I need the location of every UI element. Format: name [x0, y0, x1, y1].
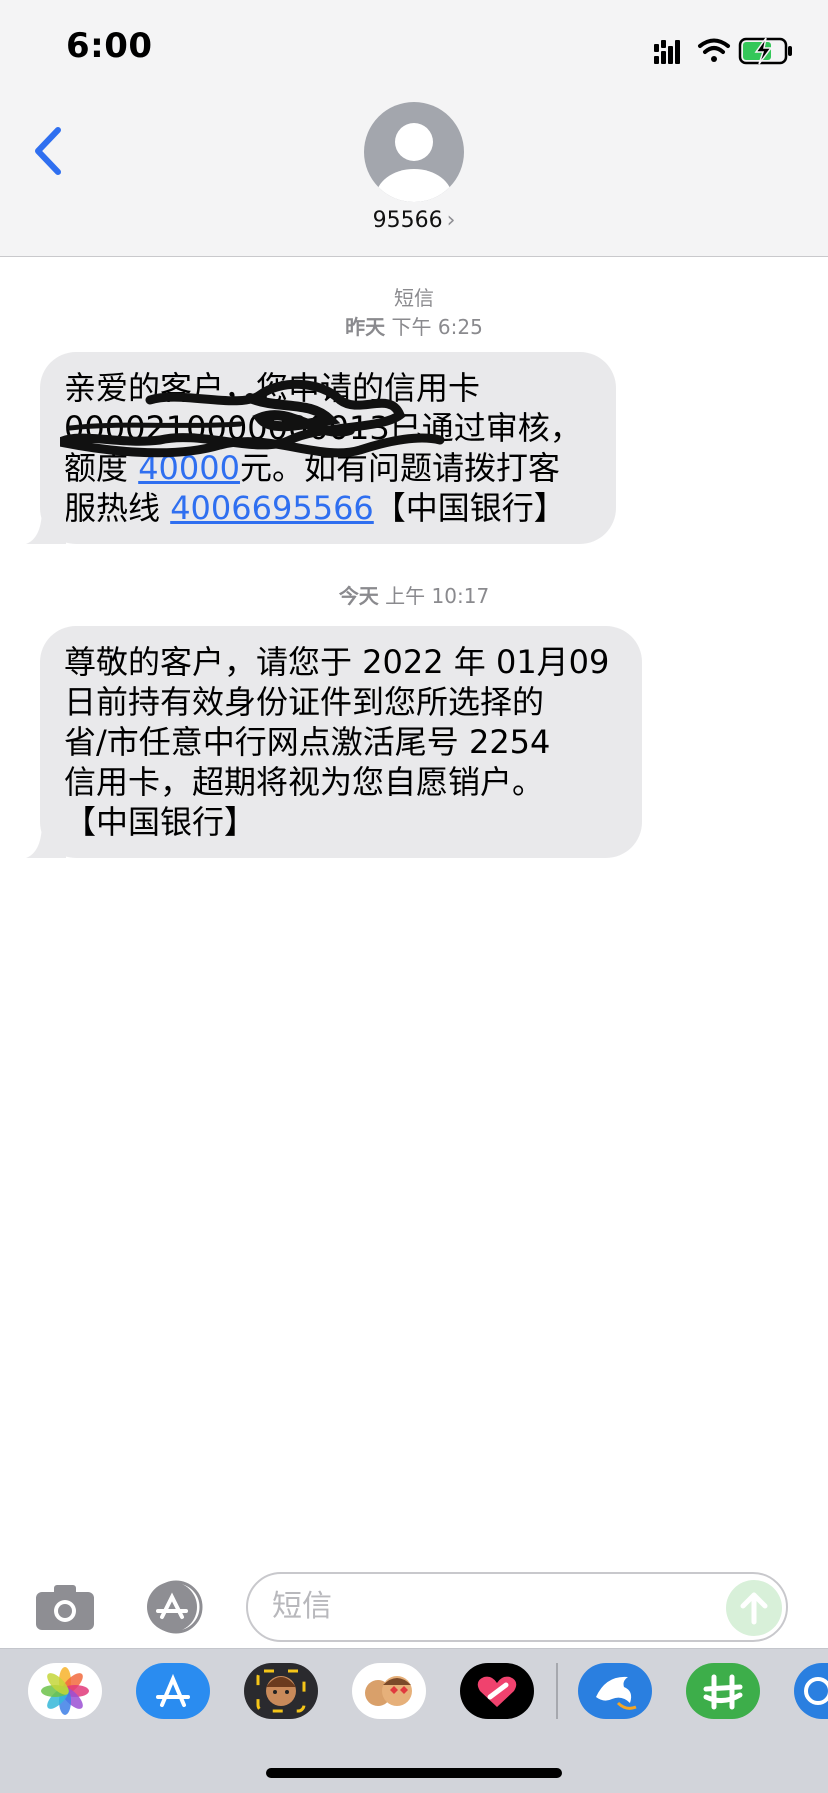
message-text-span: 日前持有效身份证件到您所选择的 [64, 683, 545, 721]
timestamp-day: 今天 [338, 584, 379, 608]
message-line: 尊敬的客户，请您于 2022 年 01月09 [64, 642, 618, 682]
timestamp-time: 上午 10:17 [385, 584, 490, 608]
arrow-up-icon [740, 1592, 768, 1625]
send-button[interactable] [726, 1580, 782, 1636]
chevron-right-icon: › [446, 208, 456, 233]
message-link[interactable]: 4006695566 [170, 489, 374, 527]
message-text-span: 尊敬的客户，请您于 2022 年 01月09 [64, 643, 610, 681]
message-bubble[interactable]: 亲爱的客户，您申请的信用卡 0000210000000013已通过审核， 额度 40… [26, 352, 616, 544]
message-line: 0000210000000013已通过审核， [64, 408, 592, 448]
message-bubble[interactable]: 尊敬的客户，请您于 2022 年 01月09 日前持有效身份证件到您所选择的 省/市… [26, 626, 642, 858]
message-text-span: 【中国银行】 [373, 489, 566, 527]
blue-app-icon[interactable] [794, 1663, 828, 1719]
app-store-icon[interactable] [136, 1663, 210, 1719]
photos-icon[interactable] [28, 1663, 102, 1719]
message-input[interactable]: 短信 [246, 1572, 788, 1642]
home-indicator [266, 1768, 562, 1778]
message-line: 信用卡，超期将视为您自愿销户。 [64, 762, 618, 802]
message-text-span: 信用卡，超期将视为您自愿销户。 [64, 763, 545, 801]
message-text: 尊敬的客户，请您于 2022 年 01月09 日前持有效身份证件到您所选择的 省/市… [64, 642, 618, 842]
conversation-header: 6:00 95566 › [0, 0, 828, 257]
message-line: 额度 40000元。如有问题请拨打客 [64, 448, 592, 488]
memoji-icon[interactable] [244, 1663, 318, 1719]
avatar[interactable] [364, 102, 464, 202]
cellular-signal-icon [654, 40, 680, 64]
bubble-tail [26, 822, 66, 858]
message-line: 省/市任意中行网点激活尾号 2254 [64, 722, 618, 762]
drawer-divider [556, 1663, 558, 1719]
message-text-span: 元。如有问题请拨打客 [239, 449, 560, 487]
message-text-span: 额度 [64, 449, 139, 487]
message-composer: 短信 [0, 1558, 828, 1658]
timestamp-2: 今天 上午 10:17 [0, 580, 828, 609]
message-line: 服热线 4006695566【中国银行】 [64, 488, 592, 528]
contact-number[interactable]: 95566 [373, 208, 443, 233]
message-text-span: 亲爱的客户，您申请的信用卡 [64, 369, 481, 407]
app-store-icon[interactable] [140, 1580, 212, 1634]
wifi-icon [698, 38, 730, 62]
timestamp-1: 短信 昨天 下午 6:25 [0, 282, 828, 340]
battery-charging-icon [738, 37, 792, 65]
message-text-span: 服热线 [64, 489, 171, 527]
message-text-span: 省/市任意中行网点激活尾号 2254 [64, 723, 551, 761]
status-time: 6:00 [66, 26, 153, 66]
chevron-left-icon[interactable] [30, 126, 64, 176]
timestamp-day: 昨天 [345, 315, 386, 339]
message-line: 【中国银行】 [64, 802, 618, 842]
message-line: 亲爱的客户，您申请的信用卡 [64, 368, 592, 408]
camera-icon[interactable] [34, 1582, 96, 1632]
person-icon [376, 123, 452, 202]
message-type-label: 短信 [394, 286, 434, 310]
message-text-span: 0000210000000013已通过审核， [64, 409, 582, 447]
animoji-icon[interactable] [352, 1663, 426, 1719]
status-icons [654, 37, 792, 65]
message-link[interactable]: 40000 [138, 449, 240, 487]
dolphin-app-icon[interactable] [578, 1663, 652, 1719]
message-text: 亲爱的客户，您申请的信用卡 0000210000000013已通过审核， 额度 40… [64, 368, 592, 528]
timestamp-time: 下午 6:25 [391, 315, 483, 339]
message-line: 日前持有效身份证件到您所选择的 [64, 682, 618, 722]
bubble-tail [26, 508, 66, 544]
message-text-span: 【中国银行】 [64, 803, 257, 841]
green-app-icon[interactable] [686, 1663, 760, 1719]
contact-name[interactable]: 95566 › [0, 208, 828, 233]
digital-touch-icon[interactable] [460, 1663, 534, 1719]
